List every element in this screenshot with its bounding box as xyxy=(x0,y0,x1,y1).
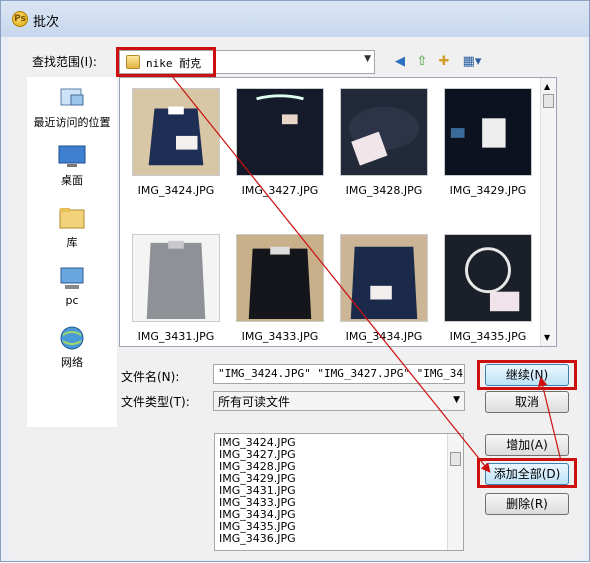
arrow-line xyxy=(170,74,491,473)
annotation-arrows xyxy=(170,74,562,473)
batch-dialog: Ps 批次 查找范围(I): nike 耐克 ▼ ◀ ⇧ ✚ ▦▾ 最近访问的位… xyxy=(0,0,590,562)
arrow-line xyxy=(538,376,562,462)
